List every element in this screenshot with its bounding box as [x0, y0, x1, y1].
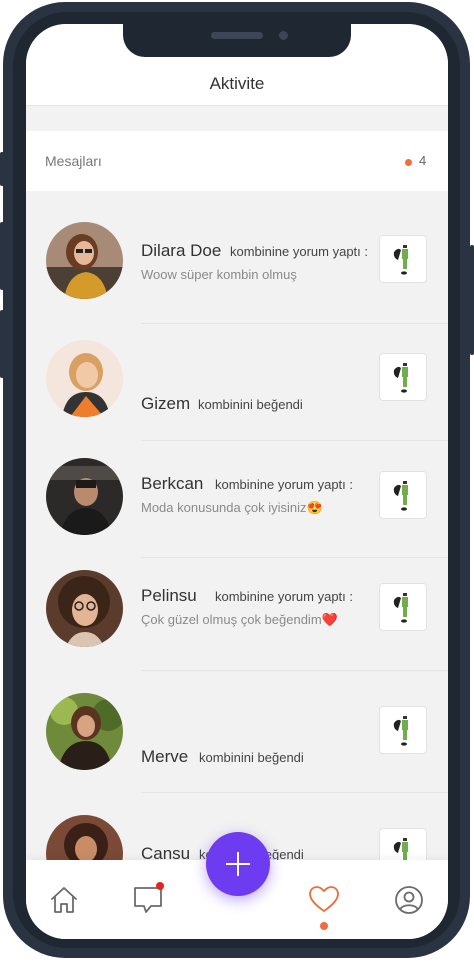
page-title: Aktivite — [209, 74, 265, 93]
comment-text: Woow süper kombin olmuş — [141, 267, 297, 282]
tab-messages[interactable] — [128, 880, 168, 920]
user-name[interactable]: Merve — [141, 747, 188, 767]
outfit-thumbnail[interactable] — [379, 235, 427, 283]
comment-text: Moda konusunda çok iyisiniz😍 — [141, 500, 323, 515]
activity-action: kombinine yorum yaptı : — [215, 589, 354, 604]
user-name[interactable]: Pelinsu — [141, 586, 197, 606]
add-button[interactable] — [206, 832, 270, 896]
user-name[interactable]: Gizem — [141, 394, 190, 414]
activity-action: kombinine yorum yaptı : — [215, 477, 354, 492]
notch — [123, 24, 351, 57]
outfit-icon — [393, 593, 408, 623]
messages-label: Mesajları — [45, 153, 102, 169]
outfit-thumbnail[interactable] — [379, 706, 427, 754]
outfit-thumbnail[interactable] — [379, 471, 427, 519]
activity-item[interactable]: Merve kombinini beğendi — [26, 671, 448, 789]
avatar[interactable] — [46, 340, 123, 417]
tab-activity[interactable] — [304, 880, 344, 930]
avatar[interactable] — [46, 458, 123, 535]
activity-action: kombinini beğendi — [199, 750, 304, 765]
user-name[interactable]: Dilara Doe — [141, 241, 221, 261]
heart-icon — [309, 886, 339, 912]
tab-profile[interactable] — [389, 880, 429, 920]
messages-row[interactable]: Mesajları 4 — [26, 131, 448, 191]
active-tab-dot — [320, 922, 328, 930]
power-button — [470, 245, 474, 355]
outfit-thumbnail[interactable] — [379, 583, 427, 631]
screen: Aktivite Mesajları 4 Dilara Doe kombinin… — [26, 24, 448, 939]
speaker — [211, 32, 263, 39]
outfit-thumbnail[interactable] — [379, 353, 427, 401]
profile-icon — [395, 886, 423, 914]
messages-count: 4 — [419, 153, 427, 168]
mute-switch — [0, 152, 4, 186]
outfit-icon — [393, 481, 408, 511]
avatar[interactable] — [46, 222, 123, 299]
volume-up-button — [0, 222, 4, 290]
user-name[interactable]: Berkcan — [141, 474, 203, 494]
outfit-icon — [393, 363, 408, 393]
home-icon — [51, 887, 77, 913]
activity-item[interactable]: Gizem kombinini beğendi — [26, 324, 448, 442]
activity-item[interactable]: Dilara Doe kombinine yorum yaptı : Woow … — [26, 209, 448, 327]
volume-down-button — [0, 310, 4, 378]
tab-home[interactable] — [44, 880, 84, 920]
activity-action: kombinine yorum yaptı : — [230, 244, 369, 259]
comment-text: Çok güzel olmuş çok beğendim❤️ — [141, 612, 338, 627]
avatar[interactable] — [46, 570, 123, 647]
front-camera — [279, 31, 288, 40]
avatar[interactable] — [46, 693, 123, 770]
unread-dot — [405, 159, 412, 166]
activity-item[interactable]: Berkcan kombinine yorum yaptı : Moda kon… — [26, 441, 448, 559]
activity-item[interactable]: Pelinsu kombinine yorum yaptı : Çok güze… — [26, 558, 448, 676]
outfit-icon — [393, 245, 408, 275]
notification-dot — [156, 882, 164, 890]
activity-action: kombinini beğendi — [198, 397, 303, 412]
outfit-icon — [393, 716, 408, 746]
